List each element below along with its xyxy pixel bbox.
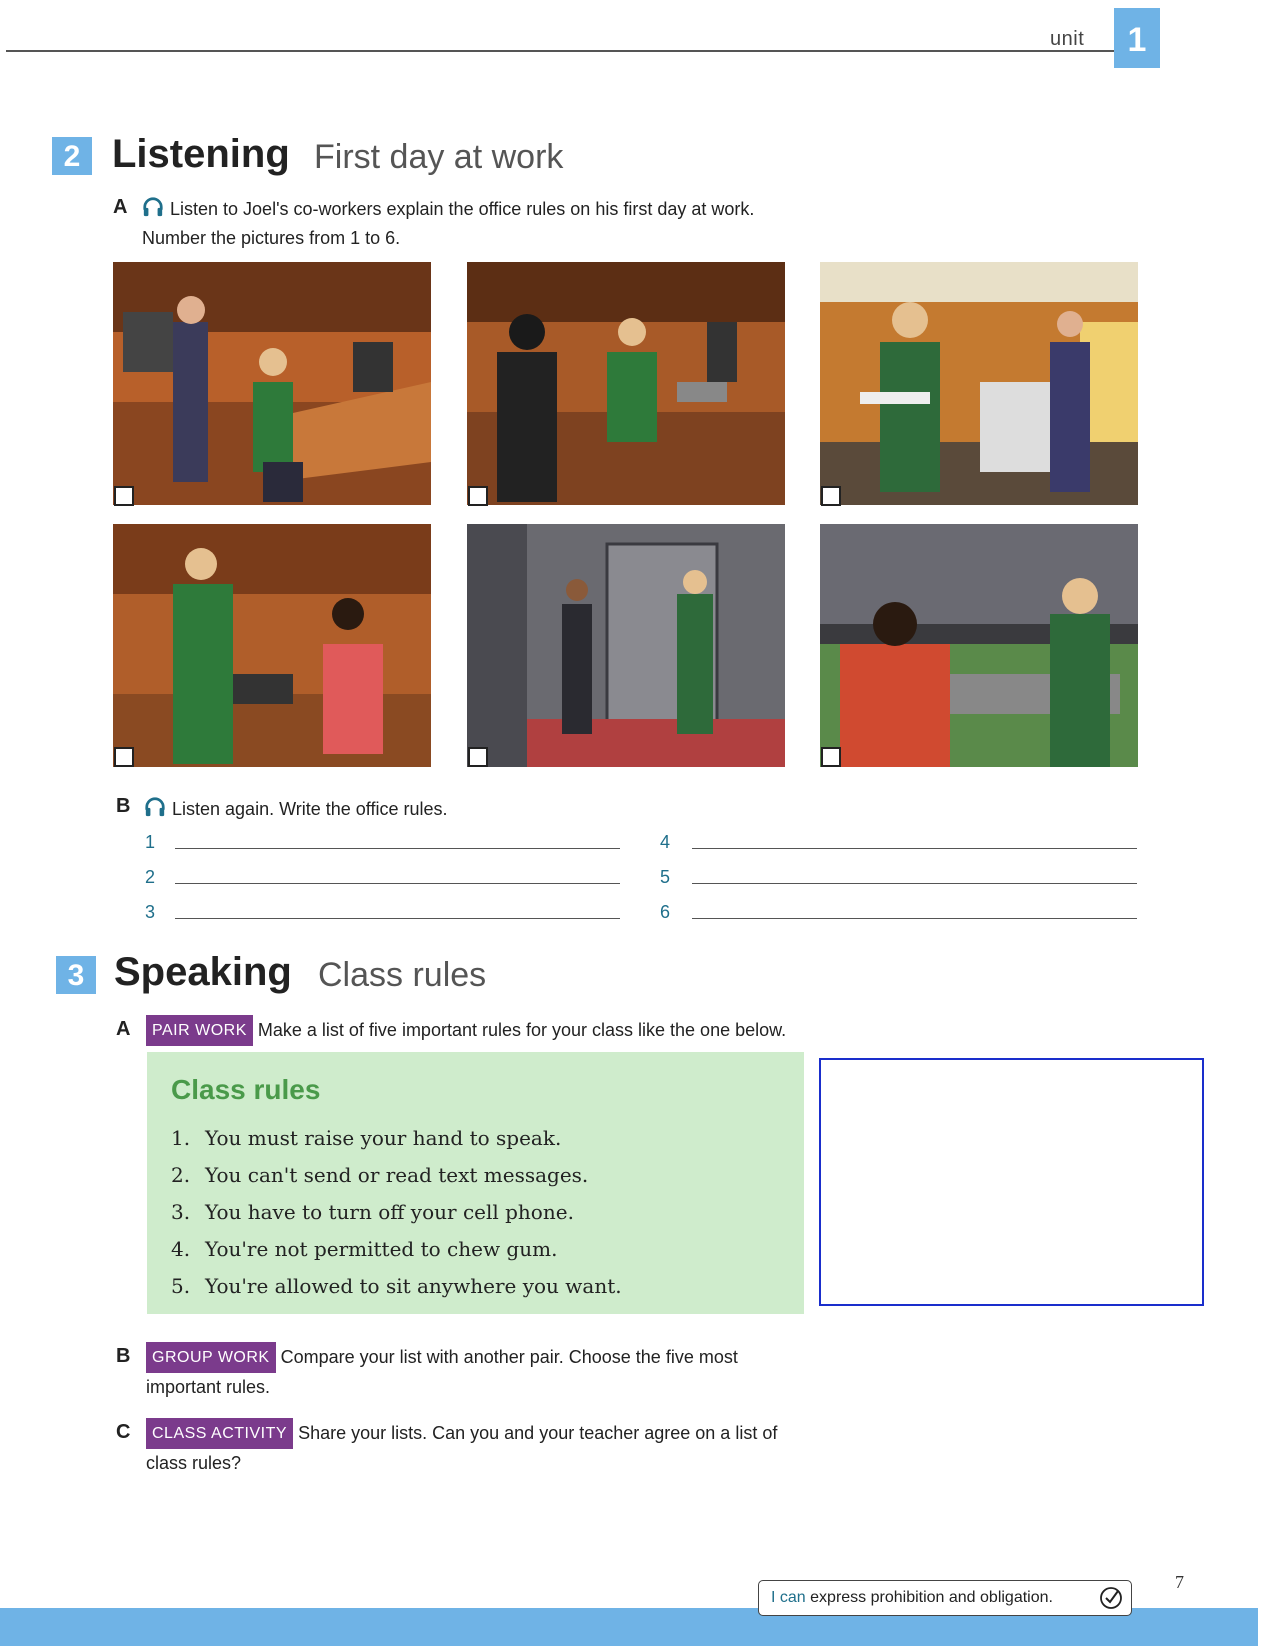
rule-number: 5. — [171, 1274, 191, 1298]
write-line-2[interactable] — [175, 883, 620, 884]
rule-text: You can't send or read text messages. — [205, 1163, 589, 1187]
speaking-c-line1: Share your lists. Can you and your teach… — [298, 1423, 778, 1443]
speaking-a-text: Make a list of five important rules for … — [257, 1020, 787, 1040]
list-item: 1. You must raise your hand to speak. — [171, 1120, 622, 1157]
write-line-number: 1 — [145, 832, 156, 852]
write-line-5[interactable] — [692, 883, 1137, 884]
speaking-title: Speaking — [114, 950, 292, 994]
picture-1-checkbox[interactable] — [114, 486, 134, 506]
rule-number: 1. — [171, 1126, 191, 1150]
i-can-label: I can — [771, 1589, 806, 1606]
rule-number: 3. — [171, 1200, 191, 1224]
picture-6-checkbox[interactable] — [821, 747, 841, 767]
unit-label: unit — [1050, 28, 1085, 50]
listening-a-line2: Number the pictures from 1 to 6. — [142, 228, 401, 248]
list-item: 4. You're not permitted to chew gum. — [171, 1231, 622, 1268]
listening-subtitle: First day at work — [314, 138, 564, 176]
speaking-b-instruction: GROUP WORK Compare your list with anothe… — [146, 1342, 738, 1402]
i-can-statement: I can express prohibition and obligation… — [758, 1580, 1132, 1616]
header-rule — [6, 50, 1116, 52]
list-item: 3. You have to turn off your cell phone. — [171, 1194, 622, 1231]
write-line-number: 3 — [145, 902, 156, 922]
headphones-icon — [145, 797, 165, 817]
picture-2 — [467, 262, 785, 505]
exercise-letter-a: A — [116, 1018, 131, 1040]
write-line-4[interactable] — [692, 848, 1137, 849]
exercise-letter-a: A — [113, 196, 128, 218]
rule-number: 2. — [171, 1163, 191, 1187]
speaking-a-instruction: PAIR WORK Make a list of five important … — [146, 1015, 786, 1046]
write-line-number: 4 — [660, 832, 671, 852]
picture-4 — [113, 524, 431, 767]
speaking-subtitle: Class rules — [318, 956, 487, 994]
pair-work-tag: PAIR WORK — [146, 1015, 253, 1046]
listening-b-text: Listen again. Write the office rules. — [172, 799, 448, 819]
listening-title: Listening — [112, 132, 290, 176]
check-circle-icon[interactable] — [1099, 1586, 1123, 1610]
class-activity-tag: CLASS ACTIVITY — [146, 1418, 294, 1449]
write-line-6[interactable] — [692, 918, 1137, 919]
rule-number: 4. — [171, 1237, 191, 1261]
exercise-letter-b: B — [116, 1345, 131, 1367]
picture-2-checkbox[interactable] — [468, 486, 488, 506]
picture-5 — [467, 524, 785, 767]
class-rules-card: Class rules 1. You must raise your hand t… — [147, 1052, 804, 1314]
rule-text: You must raise your hand to speak. — [205, 1126, 562, 1150]
headphones-icon — [143, 197, 163, 217]
class-rules-list: 1. You must raise your hand to speak. 2. Y… — [171, 1120, 622, 1305]
rule-text: You have to turn off your cell phone. — [205, 1200, 574, 1224]
speaking-c-instruction: CLASS ACTIVITY Share your lists. Can you… — [146, 1418, 777, 1478]
write-line-number: 2 — [145, 867, 156, 887]
write-line-number: 6 — [660, 902, 671, 922]
rule-text: You're allowed to sit anywhere you want. — [205, 1274, 622, 1298]
write-line-1[interactable] — [175, 848, 620, 849]
speaking-b-line1: Compare your list with another pair. Cho… — [280, 1347, 738, 1367]
picture-1 — [113, 262, 431, 505]
i-can-text: express prohibition and obligation. — [810, 1589, 1053, 1606]
listening-a-line1: Listen to Joel's co-workers explain the … — [170, 199, 755, 219]
picture-5-checkbox[interactable] — [468, 747, 488, 767]
speaking-b-line2: important rules. — [146, 1377, 271, 1397]
write-line-number: 5 — [660, 867, 671, 887]
listening-b-instruction: Listen again. Write the office rules. — [144, 795, 447, 824]
page-number: 7 — [1175, 1572, 1184, 1592]
picture-6 — [820, 524, 1138, 767]
rule-text: You're not permitted to chew gum. — [205, 1237, 558, 1261]
class-rules-title: Class rules — [171, 1074, 321, 1105]
picture-3-checkbox[interactable] — [821, 486, 841, 506]
blank-answer-box[interactable] — [819, 1058, 1204, 1306]
speaking-c-line2: class rules? — [146, 1453, 242, 1473]
picture-4-checkbox[interactable] — [114, 747, 134, 767]
exercise-letter-b: B — [116, 795, 131, 817]
group-work-tag: GROUP WORK — [146, 1342, 276, 1373]
section-3-number: 3 — [56, 956, 96, 994]
list-item: 5. You're allowed to sit anywhere you wan… — [171, 1268, 622, 1305]
unit-number: 1 — [1114, 8, 1160, 68]
exercise-letter-c: C — [116, 1421, 131, 1443]
listening-a-instruction: Listen to Joel's co-workers explain the … — [142, 195, 754, 253]
list-item: 2. You can't send or read text messages. — [171, 1157, 622, 1194]
write-line-3[interactable] — [175, 918, 620, 919]
picture-3 — [820, 262, 1138, 505]
section-2-number: 2 — [52, 137, 92, 175]
